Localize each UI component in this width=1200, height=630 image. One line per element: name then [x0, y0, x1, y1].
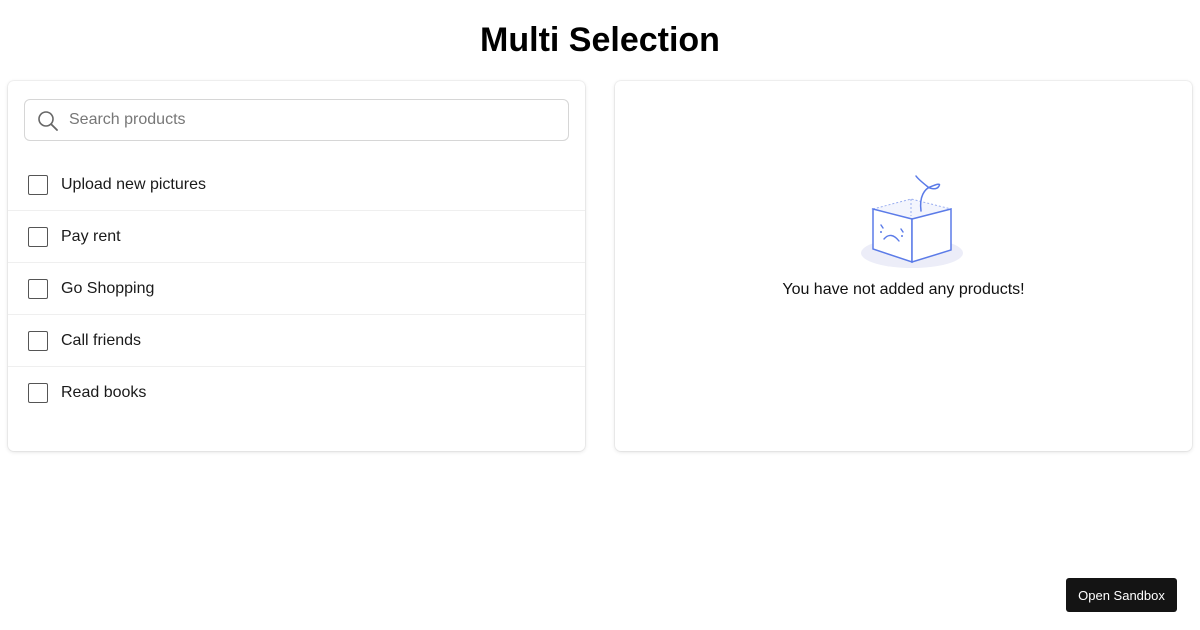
product-list: Upload new pictures Pay rent Go Shopping… — [8, 159, 585, 419]
selected-products-panel: You have not added any products! — [615, 81, 1192, 451]
checkbox[interactable] — [28, 174, 48, 195]
list-item[interactable]: Pay rent — [8, 211, 585, 263]
list-item-label: Go Shopping — [61, 279, 155, 297]
list-item-label: Call friends — [61, 331, 142, 349]
page-title: Multi Selection — [480, 21, 720, 59]
list-item-label: Pay rent — [61, 227, 121, 245]
checkbox[interactable] — [28, 226, 48, 247]
product-list-panel: Upload new pictures Pay rent Go Shopping… — [8, 81, 585, 451]
list-item[interactable]: Read books — [8, 367, 585, 419]
empty-state-message: You have not added any products! — [782, 281, 1025, 298]
list-item[interactable]: Go Shopping — [8, 263, 585, 315]
search-input[interactable] — [69, 100, 559, 140]
list-item-label: Read books — [61, 384, 147, 401]
list-item[interactable]: Call friends — [8, 315, 585, 367]
search-box[interactable] — [24, 99, 569, 141]
open-sandbox-button[interactable]: Open Sandbox — [1066, 578, 1177, 612]
checkbox[interactable] — [28, 278, 48, 299]
checkbox[interactable] — [28, 383, 48, 403]
search-icon — [37, 110, 59, 132]
checkbox[interactable] — [28, 330, 48, 351]
list-item-label: Upload new pictures — [61, 175, 206, 193]
empty-box-icon — [855, 171, 965, 271]
list-item[interactable]: Upload new pictures — [8, 159, 585, 211]
